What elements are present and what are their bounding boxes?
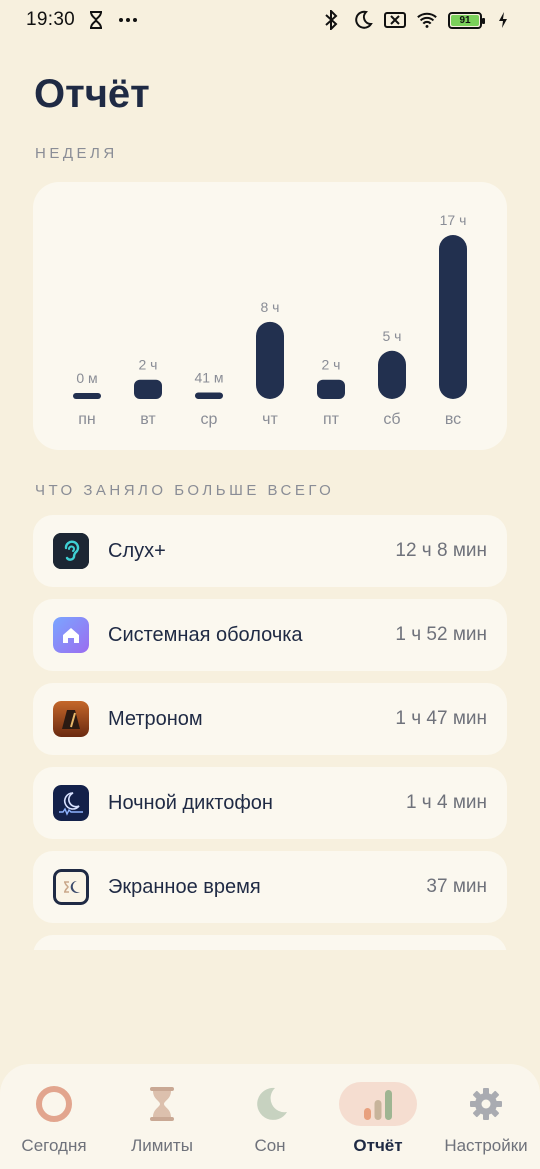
- list-clip: [0, 950, 540, 1070]
- app-time: 1 ч 47 мин: [395, 708, 487, 729]
- nav-label: Сон: [254, 1136, 286, 1155]
- bar-chart-icon: [339, 1082, 417, 1126]
- nav-label: Сегодня: [21, 1136, 87, 1155]
- charging-icon: [492, 9, 514, 31]
- hourglass-icon: [85, 9, 107, 31]
- chart-bar-вс: [439, 235, 467, 399]
- more-dots-icon: [117, 9, 139, 31]
- nav-sleep[interactable]: Сон: [218, 1082, 322, 1156]
- screen-time-icon: [53, 869, 89, 905]
- moon-icon: [231, 1082, 309, 1126]
- app-name: Слух+: [108, 539, 166, 562]
- app-name: Ночной диктофон: [108, 791, 273, 814]
- chart-value-label: 17 ч: [440, 212, 467, 228]
- app-row-screen-time[interactable]: Экранное время 37 мин: [33, 851, 507, 923]
- top-apps-section-label: ЧТО ЗАНЯЛО БОЛЬШЕ ВСЕГО: [35, 482, 335, 499]
- bottom-navigation: Сегодня Лимиты Сон Отчёт Настройки: [0, 1064, 540, 1169]
- page-title: Отчёт: [34, 72, 150, 116]
- home-icon: [53, 617, 89, 653]
- nav-label: Лимиты: [131, 1136, 193, 1155]
- chart-day-label: ср: [201, 411, 218, 428]
- nav-label: Настройки: [444, 1136, 528, 1155]
- weekly-chart-card: 0 м пн 2 ч вт 41 м ср 8 ч чт 2 ч пт 5 ч сб 17 ч вс: [33, 182, 507, 450]
- weekly-usage-chart: 0 м пн 2 ч вт 41 м ср 8 ч чт 2 ч пт 5 ч сб 17 ч вс: [73, 212, 467, 428]
- metronome-icon: [53, 701, 89, 737]
- ring-icon: [15, 1082, 93, 1126]
- battery-icon: 91: [448, 11, 485, 29]
- chart-day-label: вс: [445, 411, 461, 428]
- night-recorder-icon: [53, 785, 89, 821]
- gear-icon: [447, 1082, 525, 1126]
- chart-bar-ср: [195, 392, 223, 399]
- chart-value-label: 0 м: [76, 370, 97, 386]
- chart-value-label: 2 ч: [322, 357, 341, 373]
- chart-day-label: чт: [262, 411, 278, 428]
- wifi-icon: [416, 9, 438, 31]
- week-section-label: НЕДЕЛЯ: [35, 145, 118, 162]
- app-name: Экранное время: [108, 875, 261, 898]
- app-row-sluh[interactable]: Слух+ 12 ч 8 мин: [33, 515, 507, 587]
- chart-day-label: пт: [323, 411, 340, 428]
- status-time: 19:30: [26, 9, 76, 30]
- chart-bar-пт: [317, 379, 345, 399]
- nav-limits[interactable]: Лимиты: [110, 1082, 214, 1156]
- chart-value-label: 5 ч: [383, 328, 402, 344]
- moon-icon: [352, 9, 374, 31]
- chart-bar-сб: [378, 350, 406, 399]
- nav-report[interactable]: Отчёт: [326, 1082, 430, 1156]
- app-time: 1 ч 52 мин: [395, 624, 487, 645]
- app-row-metronome[interactable]: Метроном 1 ч 47 мин: [33, 683, 507, 755]
- hourglass-icon: [123, 1082, 201, 1126]
- app-name: Системная оболочка: [108, 623, 303, 646]
- app-name: Метроном: [108, 707, 203, 730]
- chart-value-label: 2 ч: [139, 357, 158, 373]
- nav-today[interactable]: Сегодня: [2, 1082, 106, 1156]
- app-time: 1 ч 4 мин: [405, 792, 487, 813]
- bluetooth-icon: [320, 9, 342, 31]
- chart-day-label: пн: [78, 411, 96, 428]
- app-time: 12 ч 8 мин: [395, 540, 487, 561]
- ear-icon: [53, 533, 89, 569]
- chart-bar-чт: [256, 321, 284, 399]
- chart-bar-вт: [134, 379, 162, 399]
- battery-level: 91: [451, 14, 479, 26]
- chart-day-label: сб: [383, 411, 400, 428]
- status-bar: 19:30 91: [0, 0, 540, 40]
- chart-day-label: вт: [140, 411, 156, 428]
- app-row-night-recorder[interactable]: Ночной диктофон 1 ч 4 мин: [33, 767, 507, 839]
- app-row-system-shell[interactable]: Системная оболочка 1 ч 52 мин: [33, 599, 507, 671]
- nav-settings[interactable]: Настройки: [434, 1082, 538, 1156]
- app-time: 37 мин: [426, 876, 487, 897]
- chart-bar-пн: [73, 393, 101, 399]
- nav-label: Отчёт: [353, 1136, 403, 1155]
- chart-value-label: 41 м: [194, 369, 223, 385]
- chart-value-label: 8 ч: [261, 299, 280, 315]
- sim-off-icon: [384, 9, 406, 31]
